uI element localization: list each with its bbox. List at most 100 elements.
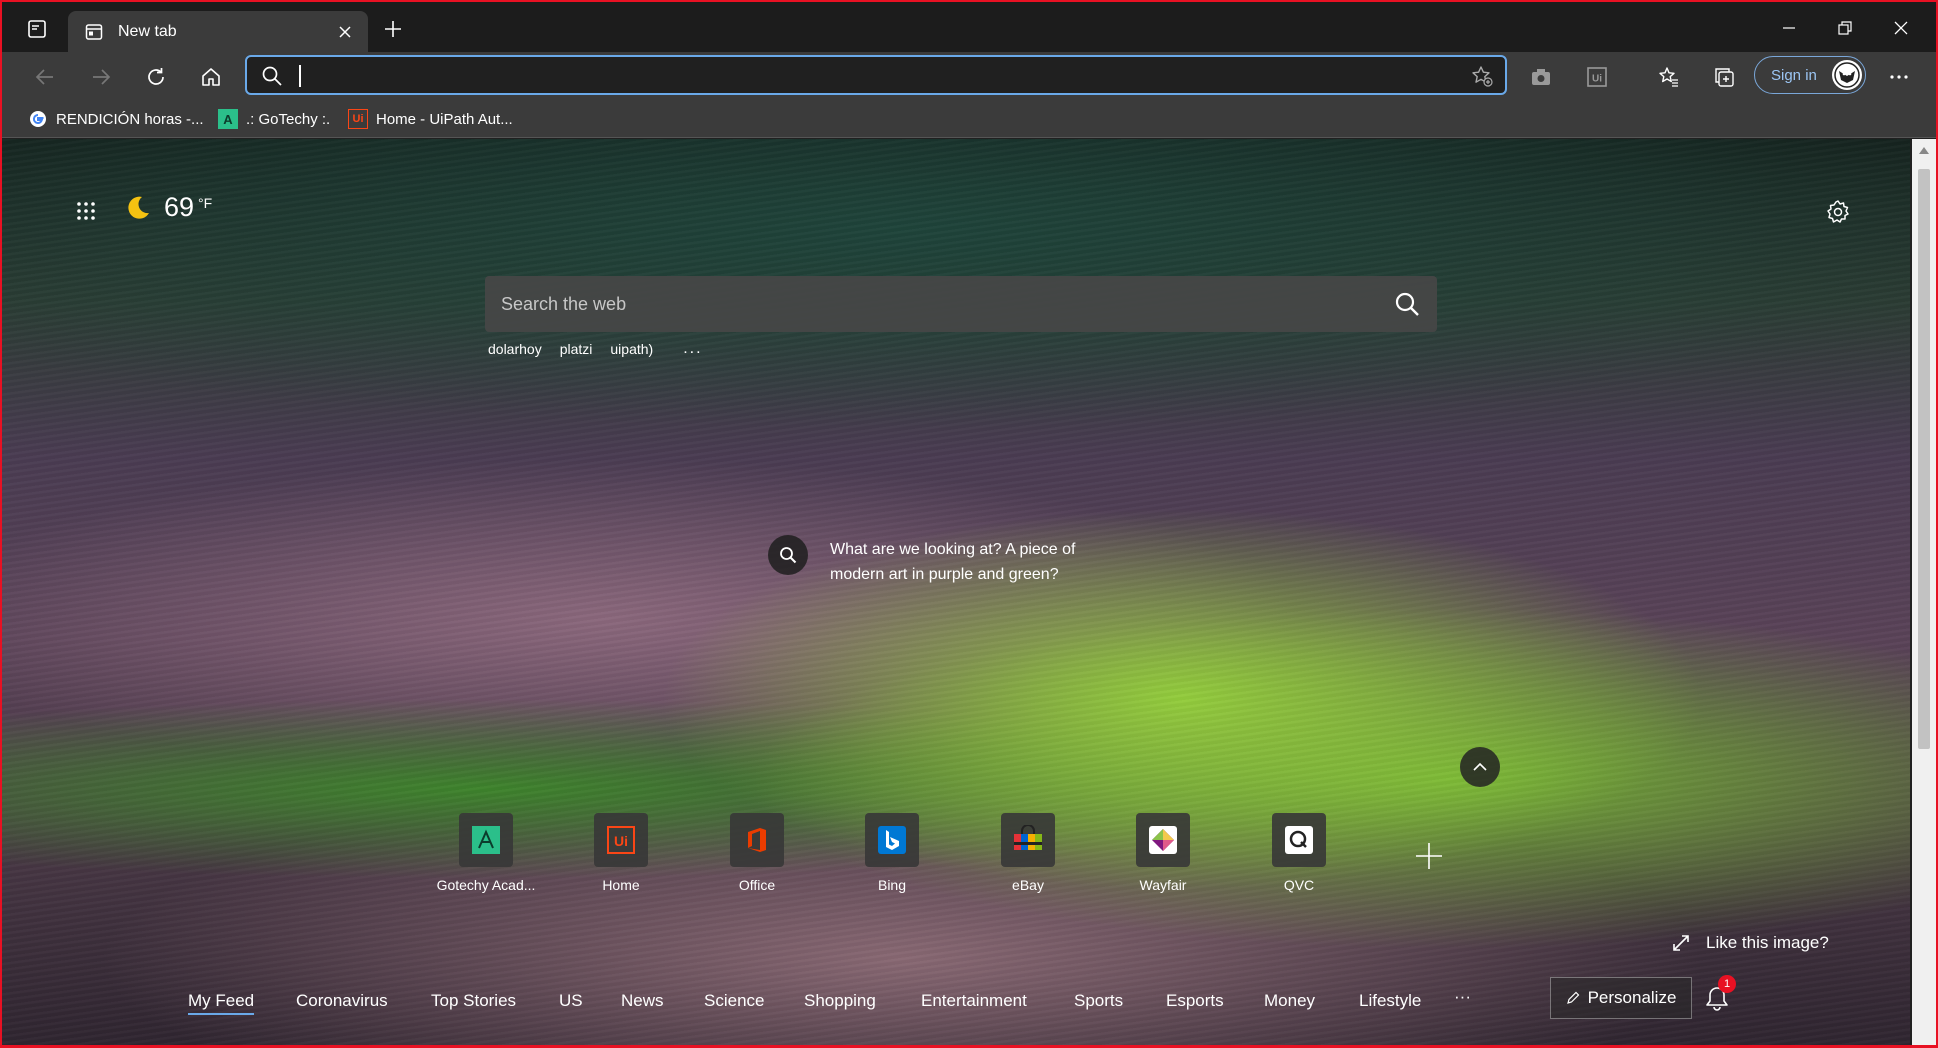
quick-link-tile[interactable]: QVC	[1239, 813, 1359, 899]
back-button[interactable]	[28, 60, 62, 94]
browser-window: New tab Ui Sign in RENDICIÓN horas -... …	[0, 0, 1938, 1048]
suggestion-item[interactable]: uipath)	[610, 341, 653, 357]
suggestion-item[interactable]: dolarhoy	[488, 341, 542, 357]
tab-new-tab[interactable]: New tab	[68, 11, 368, 52]
scroll-up-arrow[interactable]	[1919, 147, 1929, 154]
quick-link-tile[interactable]: Office	[697, 813, 817, 899]
back-arrow-icon	[35, 69, 53, 85]
wayfair-icon	[1136, 813, 1190, 867]
more-horizontal-icon	[1890, 75, 1908, 79]
image-search-button[interactable]	[768, 535, 808, 575]
sign-in-button[interactable]: Sign in	[1754, 56, 1866, 94]
bookmark-item[interactable]: RENDICIÓN horas -...	[28, 107, 204, 131]
uipath-icon: Ui	[1587, 67, 1607, 87]
feed-tab-news[interactable]: News	[621, 991, 664, 1011]
settings-more-button[interactable]	[1882, 60, 1916, 94]
notification-badge: 1	[1718, 975, 1736, 993]
image-info-hotspot[interactable]: What are we looking at? A piece of moder…	[768, 535, 1130, 587]
page-settings-button[interactable]	[1818, 192, 1858, 232]
plus-icon	[385, 21, 401, 37]
app-launcher-button[interactable]	[68, 193, 104, 229]
bookmark-label: RENDICIÓN horas -...	[56, 110, 204, 128]
favorites-button[interactable]	[1652, 60, 1686, 94]
quick-link-tile[interactable]: eBay	[968, 813, 1088, 899]
bookmark-item[interactable]: Ui Home - UiPath Aut...	[348, 107, 513, 131]
quick-link-tile[interactable]: Bing	[832, 813, 952, 899]
feed-tab-my-feed[interactable]: My Feed	[188, 991, 255, 1015]
uipath-extension-button[interactable]: Ui	[1580, 60, 1614, 94]
new-tab-page: 69 °F dolarhoy platzi uipath) ... W	[2, 139, 1910, 1045]
notifications-button[interactable]: 1	[1702, 975, 1736, 1013]
new-tab-button[interactable]	[378, 14, 408, 44]
collapse-button[interactable]	[1460, 747, 1500, 787]
add-quick-link-button[interactable]	[1402, 829, 1456, 883]
quick-link-label: Office	[738, 877, 776, 893]
tab-close-button[interactable]	[330, 17, 360, 47]
quick-link-tile[interactable]: Gotechy Acad...	[426, 813, 546, 899]
suggestion-item[interactable]: platzi	[560, 341, 593, 357]
feed-tab-science[interactable]: Science	[704, 991, 764, 1011]
suggestions-more-button[interactable]: ...	[683, 340, 702, 358]
quick-link-label: Bing	[877, 877, 907, 893]
profile-avatar-icon	[1834, 62, 1860, 88]
feed-tab-coronavirus[interactable]: Coronavirus	[296, 991, 388, 1011]
refresh-button[interactable]	[139, 60, 173, 94]
web-search-box[interactable]	[485, 276, 1437, 332]
add-favorite-button[interactable]	[1469, 63, 1495, 89]
feed-tab-lifestyle[interactable]: Lifestyle	[1359, 991, 1421, 1011]
minimize-button[interactable]	[1766, 10, 1812, 46]
quick-link-tile[interactable]: Ui Home	[561, 813, 681, 899]
search-icon	[780, 547, 797, 564]
search-icon	[262, 66, 282, 86]
weather-widget[interactable]: 69 °F	[122, 191, 212, 223]
restore-icon	[1838, 21, 1852, 35]
home-button[interactable]	[194, 60, 228, 94]
waffle-grid-icon	[77, 202, 95, 220]
tab-actions-button[interactable]	[20, 14, 54, 44]
like-image-button[interactable]: Like this image?	[1670, 932, 1829, 954]
image-question-text[interactable]: What are we looking at? A piece of moder…	[830, 537, 1130, 587]
office-icon	[730, 813, 784, 867]
quick-link-label: Wayfair	[1139, 877, 1187, 893]
text-caret	[299, 65, 301, 87]
sign-in-label: Sign in	[1771, 66, 1817, 84]
restore-button[interactable]	[1822, 10, 1868, 46]
feed-tab-money[interactable]: Money	[1264, 991, 1315, 1011]
address-input[interactable]	[303, 61, 1423, 89]
minimize-icon	[1783, 27, 1795, 29]
favorites-bar: RENDICIÓN horas -... A .: GoTechy :. Ui …	[2, 100, 1936, 138]
gotechy-icon: A	[218, 109, 238, 129]
collections-button[interactable]	[1707, 60, 1741, 94]
quick-link-tile[interactable]: Wayfair	[1103, 813, 1223, 899]
forward-button[interactable]	[84, 60, 118, 94]
gotechy-icon	[459, 813, 513, 867]
feed-tab-shopping[interactable]: Shopping	[804, 991, 876, 1011]
quick-link-label: Home	[602, 877, 640, 893]
bookmark-label: .: GoTechy :.	[246, 110, 331, 128]
address-bar[interactable]	[245, 55, 1507, 95]
feed-more-button[interactable]: ···	[1454, 987, 1471, 1007]
ebay-icon	[1001, 813, 1055, 867]
page-scrollbar[interactable]	[1912, 139, 1936, 1045]
feed-tab-top-stories[interactable]: Top Stories	[431, 991, 516, 1011]
bing-icon	[865, 813, 919, 867]
close-icon	[1894, 21, 1908, 35]
web-search-input[interactable]	[499, 286, 1359, 322]
window-close-button[interactable]	[1878, 10, 1924, 46]
web-search-button[interactable]	[1391, 288, 1423, 320]
uipath-icon: Ui	[594, 813, 648, 867]
feed-tab-sports[interactable]: Sports	[1074, 991, 1123, 1011]
svg-text:Ui: Ui	[614, 833, 628, 849]
feed-tab-us[interactable]: US	[559, 991, 583, 1011]
personalize-button[interactable]: Personalize	[1550, 977, 1692, 1019]
search-icon	[1395, 292, 1419, 316]
feed-tab-esports[interactable]: Esports	[1166, 991, 1224, 1011]
tab-strip: New tab	[2, 2, 1936, 52]
bookmark-item[interactable]: A .: GoTechy :.	[218, 107, 330, 131]
star-add-icon	[1472, 66, 1493, 87]
scrollbar-thumb[interactable]	[1918, 169, 1930, 749]
feed-tab-entertainment[interactable]: Entertainment	[921, 991, 1027, 1011]
favorites-list-icon	[1659, 67, 1678, 87]
screenshot-extension-button[interactable]	[1524, 60, 1558, 94]
feed-navigation: My Feed Coronavirus Top Stories US News …	[2, 975, 1910, 1037]
